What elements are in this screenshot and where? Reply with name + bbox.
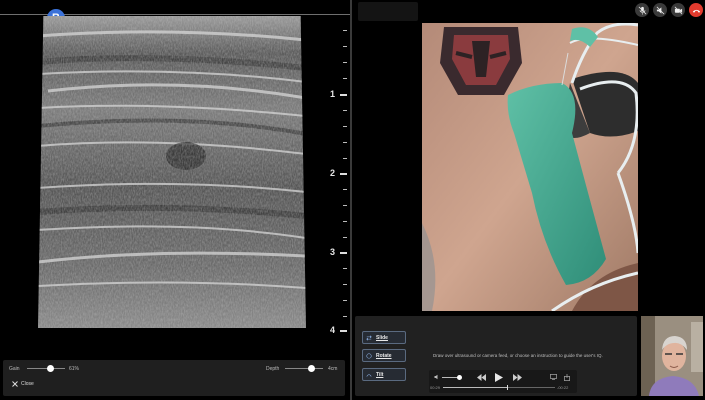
share-icon[interactable]: [564, 374, 570, 381]
gain-slider[interactable]: [27, 365, 65, 372]
depth-label-1: 1: [330, 89, 336, 99]
ultrasound-panel: B: [0, 0, 350, 400]
call-title-box: [358, 2, 418, 21]
depth-slider[interactable]: [285, 365, 323, 372]
depth-tick: [343, 268, 347, 269]
end-call-icon: [692, 9, 700, 13]
depth-tick-major: [340, 94, 347, 96]
depth-value: 4cm: [328, 366, 338, 372]
call-toolbar: [635, 3, 703, 17]
depth-tick: [343, 158, 347, 159]
volume-slider-handle[interactable]: [457, 375, 462, 380]
depth-tick: [343, 284, 347, 285]
depth-slider-handle[interactable]: [308, 365, 316, 372]
camera-feed[interactable]: [422, 23, 638, 311]
close-button[interactable]: Close: [12, 381, 34, 387]
tilt-button[interactable]: Tilt: [362, 368, 406, 381]
call-panel: Slide Rotate Tilt Draw over ultrasound o…: [352, 0, 705, 400]
playback-remaining-time: -00:22: [557, 385, 569, 390]
volume-icon[interactable]: [434, 374, 440, 380]
rotate-button[interactable]: Rotate: [362, 349, 406, 362]
mute-speaker-button[interactable]: [653, 3, 667, 17]
depth-tick: [343, 78, 347, 79]
guidance-instruction-text: Draw over ultrasound or camera feed, or …: [433, 353, 603, 358]
depth-tick: [343, 46, 347, 47]
playback-progress-handle[interactable]: [506, 385, 508, 390]
tattoo: [440, 27, 522, 95]
rotate-label: Rotate: [376, 352, 392, 359]
playback-progress-fill: [443, 387, 507, 388]
slide-button[interactable]: Slide: [362, 331, 406, 344]
screen-icon[interactable]: [550, 374, 557, 380]
depth-tick: [343, 237, 347, 238]
depth-label-3: 3: [330, 247, 336, 257]
slide-arrows-icon: [366, 335, 372, 340]
depth-tick-major: [340, 252, 347, 254]
gain-label: Gain: [9, 366, 20, 372]
depth-tick: [343, 30, 347, 31]
depth-tick-major: [340, 173, 347, 175]
depth-scale: 1 2 3 4: [320, 16, 350, 336]
depth-label-4: 4: [330, 325, 336, 335]
mute-mic-button[interactable]: [635, 3, 649, 17]
tilt-icon: [366, 373, 372, 377]
playback-progress[interactable]: [443, 385, 555, 390]
playback-controls: 00:29 -00:22: [429, 370, 577, 393]
close-label: Close: [21, 381, 34, 387]
depth-tick-major: [340, 330, 347, 332]
depth-tick: [343, 221, 347, 222]
guidance-panel: Slide Rotate Tilt Draw over ultrasound o…: [355, 316, 637, 396]
end-call-button[interactable]: [689, 3, 703, 17]
depth-tick: [343, 126, 347, 127]
rewind-icon[interactable]: [477, 374, 486, 381]
depth-tick: [343, 300, 347, 301]
play-icon[interactable]: [495, 373, 503, 382]
volume-slider[interactable]: [442, 375, 462, 380]
camera-off-icon: [674, 6, 682, 14]
depth-tick: [343, 189, 347, 190]
close-icon: [12, 381, 18, 387]
depth-label-2: 2: [330, 168, 336, 178]
playback-current-time: 00:29: [430, 385, 441, 390]
depth-tick: [343, 142, 347, 143]
depth-tick: [343, 62, 347, 63]
fast-forward-icon[interactable]: [513, 374, 522, 381]
mic-off-icon: [638, 6, 646, 15]
self-view-video[interactable]: [641, 316, 703, 396]
gain-slider-handle[interactable]: [46, 365, 54, 372]
depth-tick: [343, 205, 347, 206]
camera-toggle-button[interactable]: [671, 3, 685, 17]
depth-tick: [343, 110, 347, 111]
tilt-label: Tilt: [376, 371, 384, 378]
rotate-icon: [366, 352, 372, 359]
ultrasound-controls: Gain 61% Depth 4cm Close: [3, 360, 345, 396]
depth-tick: [343, 316, 347, 317]
speaker-off-icon: [656, 6, 664, 14]
slide-label: Slide: [376, 334, 388, 341]
depth-label: Depth: [266, 366, 280, 372]
ultrasound-image[interactable]: [38, 16, 306, 328]
gain-value: 61%: [69, 366, 80, 372]
